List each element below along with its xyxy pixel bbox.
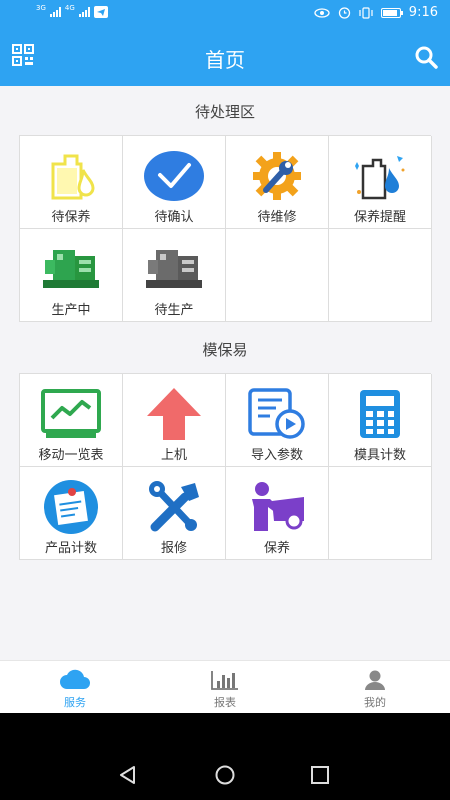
search-icon[interactable] [414, 45, 438, 69]
grid-item-label: 移动一览表 [38, 448, 104, 463]
network-1-label: 3G [36, 4, 46, 12]
grid-item-label: 导入参数 [250, 448, 303, 463]
mechanic-car-icon [246, 479, 308, 535]
bottom-tab-bar: 服务 报表 我的 [0, 660, 450, 713]
eye-icon [314, 7, 330, 18]
import-doc-icon [246, 386, 308, 442]
grid-item-mold-count[interactable]: 模具计数 [329, 374, 432, 467]
telegram-icon [93, 6, 108, 18]
grid-item-label: 待生产 [154, 303, 194, 318]
grid-item-label: 待保养 [51, 210, 91, 225]
grid-item-mobile-overview[interactable]: 移动一览表 [20, 374, 123, 467]
machine-green-icon [40, 241, 102, 297]
tab-label: 我的 [364, 696, 386, 709]
grid-item-label: 模具计数 [353, 448, 406, 463]
grid-item-label: 生产中 [51, 303, 91, 318]
grid-item-in-production[interactable]: 生产中 [20, 229, 123, 322]
battery-icon [380, 7, 403, 18]
system-nav-bar [0, 713, 450, 800]
signal-icon [49, 7, 61, 17]
oil-drop-reminder-icon [349, 148, 411, 204]
grid-item-go-online[interactable]: 上机 [123, 374, 226, 467]
home-icon[interactable] [213, 763, 237, 787]
pending-grid: 待保养 待确认 待维修 保养提醒 生产中 待生产 [19, 135, 432, 322]
cloud-icon [59, 667, 91, 693]
grid-item-report-repair[interactable]: 报修 [123, 467, 226, 560]
vibrate-icon [359, 6, 373, 19]
tab-label: 报表 [214, 696, 236, 709]
grid-item-label: 待确认 [154, 210, 194, 225]
grid-empty-cell [226, 229, 329, 322]
page-title: 首页 [205, 48, 245, 72]
section-title-pending: 待处理区 [194, 103, 255, 121]
grid-item-pending-repair[interactable]: 待维修 [226, 136, 329, 229]
grid-item-label: 上机 [160, 448, 187, 463]
grid-empty-cell [329, 467, 432, 560]
tab-service[interactable]: 服务 [0, 661, 150, 713]
app-header: 首页 [0, 28, 450, 86]
grid-item-maintenance[interactable]: 保养 [226, 467, 329, 560]
gear-wrench-icon [246, 148, 308, 204]
grid-item-pending-production[interactable]: 待生产 [123, 229, 226, 322]
user-icon [359, 667, 391, 693]
grid-item-label: 待维修 [257, 210, 297, 225]
back-icon[interactable] [116, 763, 140, 787]
clipboard-pin-icon [40, 479, 102, 535]
tab-mine[interactable]: 我的 [300, 661, 450, 713]
grid-item-label: 保养 [263, 541, 290, 556]
bar-chart-icon [209, 667, 241, 693]
grid-item-import-params[interactable]: 导入参数 [226, 374, 329, 467]
monitor-chart-icon [40, 386, 102, 442]
oil-bottle-icon [40, 148, 102, 204]
alarm-icon [338, 7, 350, 19]
grid-item-pending-confirm[interactable]: 待确认 [123, 136, 226, 229]
status-bar: 3G 4G 9:16 [0, 0, 450, 28]
status-time: 9:16 [408, 5, 438, 20]
recents-icon[interactable] [308, 763, 332, 787]
grid-item-label: 报修 [160, 541, 187, 556]
calculator-icon [349, 386, 411, 442]
grid-item-pending-maintenance[interactable]: 待保养 [20, 136, 123, 229]
machine-gray-icon [143, 241, 205, 297]
grid-item-product-count[interactable]: 产品计数 [20, 467, 123, 560]
grid-item-label: 保养提醒 [353, 210, 406, 225]
signal-icon-2 [78, 7, 90, 17]
tab-reports[interactable]: 报表 [150, 661, 300, 713]
grid-item-label: 产品计数 [44, 541, 97, 556]
tools-icon [143, 479, 205, 535]
status-right: 9:16 [314, 5, 438, 20]
section-title-mobaoyi: 模保易 [202, 341, 248, 359]
status-left: 3G 4G [36, 4, 108, 18]
tab-label: 服务 [64, 696, 86, 709]
network-2-label: 4G [64, 4, 75, 12]
grid-empty-cell [329, 229, 432, 322]
checkmark-circle-icon [143, 148, 205, 204]
grid-item-maintenance-reminder[interactable]: 保养提醒 [329, 136, 432, 229]
mobaoyi-grid: 移动一览表 上机 导入参数 模具计数 产品计数 报修 保养 [19, 373, 432, 560]
up-arrow-icon [143, 386, 205, 442]
